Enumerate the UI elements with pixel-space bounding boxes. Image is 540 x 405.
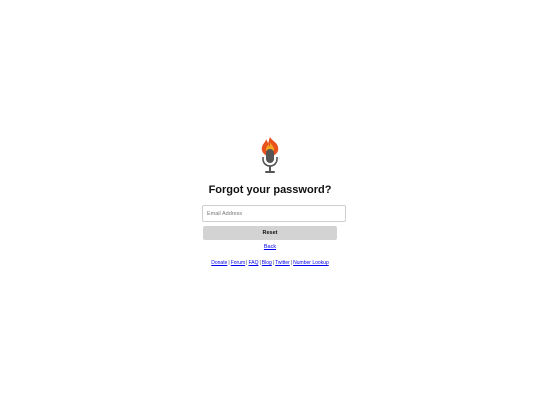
footer-link-number-lookup[interactable]: Number Lookup (293, 260, 329, 266)
footer-link-twitter[interactable]: Twitter (275, 260, 290, 266)
forgot-password-page: Forgot your password? Reset Back Donate|… (0, 0, 540, 405)
flaming-microphone-icon (261, 137, 279, 173)
reset-button[interactable]: Reset (203, 226, 337, 240)
footer-link-faq[interactable]: FAQ (248, 260, 258, 266)
footer-link-forum[interactable]: Forum (231, 260, 245, 266)
back-link[interactable]: Back (264, 244, 276, 250)
back-link-row: Back (0, 244, 540, 250)
page-title: Forgot your password? (208, 184, 332, 196)
email-field[interactable] (202, 205, 346, 222)
footer-link-donate[interactable]: Donate (211, 260, 227, 266)
footer-link-blog[interactable]: Blog (262, 260, 272, 266)
footer-links: Donate|Forum|FAQ|Blog|Twitter|Number Loo… (0, 260, 540, 266)
